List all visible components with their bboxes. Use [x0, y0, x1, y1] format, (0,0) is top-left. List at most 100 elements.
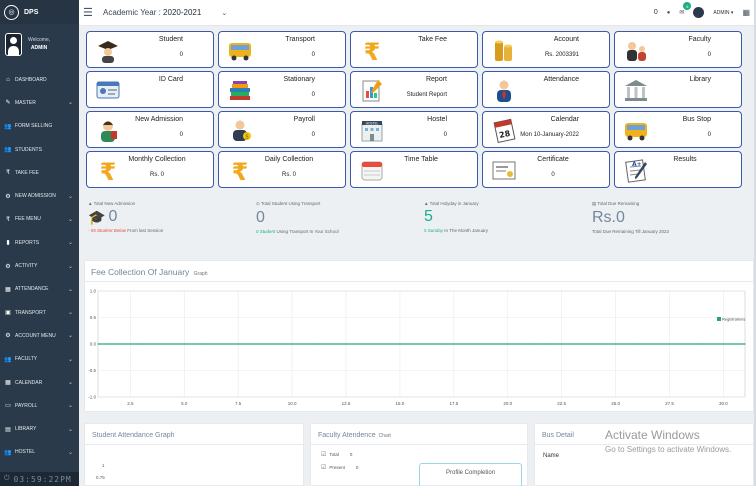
- bus-icon: [227, 38, 253, 63]
- tile-certificate[interactable]: Certificate 0: [482, 151, 610, 188]
- x-tick-label: 20.0: [503, 401, 512, 406]
- sidebar-item-transport[interactable]: ▣ TRANSPORT ⌄: [0, 301, 79, 324]
- tile-attendance[interactable]: Attendance: [482, 71, 610, 108]
- academic-year-value: 2020-2021: [163, 8, 202, 17]
- sidebar-item-new-admission[interactable]: ⚙ NEW ADMISSION ⌄: [0, 184, 79, 207]
- stat-footer-highlight: 0 Student: [256, 229, 276, 234]
- sidebar: ◎ DPS Welcome, ADMIN ⌂ DASHBOARD ✎ Master ⌄ 👥…: [0, 0, 79, 486]
- stat-card: ▲ Total Holyday in January 5 5 Sunday In T…: [422, 201, 590, 253]
- sidebar-item-label: ACCOUNT MENU: [15, 332, 56, 339]
- user-menu[interactable]: ADMIN ▾: [713, 10, 733, 16]
- data-point: [679, 343, 681, 345]
- sidebar-item-hostel[interactable]: 👥 HOSTEL ⌄: [0, 441, 79, 464]
- sidebar-item-account-menu[interactable]: ⚙ ACCOUNT MENU ⌄: [0, 324, 79, 347]
- tile-new-admission[interactable]: New Admission 0: [86, 111, 214, 148]
- tile-label: Report: [425, 76, 447, 83]
- sidebar-item-attendance[interactable]: ▦ ATTENDANCE ⌄: [0, 278, 79, 301]
- sidebar-item-label: FEE MENU: [15, 216, 41, 223]
- power-icon: ⏻: [4, 475, 10, 482]
- x-tick-label: 25.0: [611, 401, 620, 406]
- tile-payroll[interactable]: $ Payroll 0: [218, 111, 346, 148]
- sidebar-item-reports[interactable]: ▮ REPORTS ⌄: [0, 231, 79, 254]
- sidebar-item-calendar[interactable]: ▦ CALENDAR ⌄: [0, 371, 79, 394]
- tile-faculty[interactable]: Faculty 0: [614, 31, 742, 68]
- tile-hostel[interactable]: HOSTEL Hostel 0: [350, 111, 478, 148]
- users-icon: 👥: [4, 147, 12, 154]
- tile-label: Payroll: [293, 116, 315, 123]
- profile-completion-box[interactable]: Profile Completion: [419, 463, 522, 486]
- sidebar-item-students[interactable]: 👥 STUDENTS: [0, 138, 79, 161]
- tile-take-fee[interactable]: ₹ Take Fee: [350, 31, 478, 68]
- academic-year[interactable]: Academic Year : 2020-2021: [103, 8, 201, 17]
- sidebar-item-fee-menu[interactable]: ₹ FEE MENU ⌄: [0, 208, 79, 231]
- user-avatar[interactable]: [693, 7, 705, 18]
- tile-results[interactable]: A+ Results: [614, 151, 742, 188]
- attendance-title: Student Attendance Graph: [85, 424, 303, 445]
- tile-stationary[interactable]: Stationary 0: [218, 71, 346, 108]
- chevron-down-icon: ⌄: [67, 240, 73, 247]
- tile-calendar[interactable]: 28 Calendar Mon 10-January-2022: [482, 111, 610, 148]
- data-point: [226, 343, 228, 345]
- x-tick-label: 17.5: [449, 401, 458, 406]
- sidebar-nav: ⌂ DASHBOARD ✎ Master ⌄ 👥 FORM SELLING 👥 STUDENTS…: [0, 68, 79, 464]
- data-point: [701, 343, 703, 345]
- rupee-icon: ₹: [95, 158, 121, 183]
- stat-value-row: 5: [424, 208, 588, 226]
- data-point: [507, 343, 509, 345]
- fee-chart: 1.0 0.5 0.0 -0.5 -1.0 2.5 5.0 7.5 10.0 12.5 15.0 17…: [88, 289, 746, 406]
- avatar[interactable]: [5, 32, 22, 56]
- sidebar-item-activity[interactable]: ⚙ ACTIVITY ⌄: [0, 254, 79, 277]
- tile-daily-collection[interactable]: ₹ Daily Collection Rs. 0: [218, 151, 346, 188]
- tile-value: 0: [551, 172, 555, 178]
- chat-icon[interactable]: ●: [667, 10, 671, 16]
- stat-title-text: Total Holyday in January: [429, 201, 479, 206]
- tile-transport[interactable]: Transport 0: [218, 31, 346, 68]
- tile-library[interactable]: Library: [614, 71, 742, 108]
- notification-count[interactable]: 0: [654, 9, 658, 16]
- stats-row: ▲ Total New Admission 🎓 0- 55 Student Belo…: [86, 201, 751, 253]
- sidebar-item-dashboard[interactable]: ⌂ DASHBOARD: [0, 68, 79, 91]
- mail-icon[interactable]: ✉ 6: [679, 2, 692, 16]
- stat-footer-highlight: 5 Sunday: [424, 228, 444, 233]
- tile-value: 0: [179, 52, 183, 58]
- grid-icon[interactable]: ▦: [742, 8, 750, 17]
- y-tick-label: -0.5: [88, 368, 96, 373]
- sidebar-item-take-fee[interactable]: ₹ TAKE FEE: [0, 161, 79, 184]
- tile-time-table[interactable]: Time Table: [350, 151, 478, 188]
- results-icon: A+: [623, 158, 649, 183]
- tile-report[interactable]: Report Student Report: [350, 71, 478, 108]
- menu-toggle-icon[interactable]: ☰: [83, 6, 93, 19]
- data-point: [377, 343, 379, 345]
- tile-student[interactable]: Student 0: [86, 31, 214, 68]
- svg-text:HOSTEL: HOSTEL: [366, 121, 379, 125]
- tile-bus-stop[interactable]: Bus Stop 0: [614, 111, 742, 148]
- sidebar-item-library[interactable]: ▤ LIBRARY ⌄: [0, 417, 79, 440]
- rupee-icon: ₹: [359, 38, 385, 63]
- stat-footer: 5 Sunday In The Month January: [424, 228, 588, 233]
- data-point: [97, 343, 99, 345]
- brand[interactable]: ◎ DPS: [0, 0, 79, 24]
- data-point: [593, 343, 595, 345]
- sidebar-item-form-selling[interactable]: 👥 FORM SELLING: [0, 115, 79, 138]
- data-point: [399, 343, 401, 345]
- x-tick-label: 7.5: [235, 401, 242, 406]
- tile-value: 0: [707, 132, 711, 138]
- chevron-down-icon[interactable]: ⌄: [221, 9, 227, 17]
- faculty-row: ☑ Total 0: [321, 451, 517, 458]
- sidebar-item-payroll[interactable]: ▭ PAYROLL ⌄: [0, 394, 79, 417]
- sidebar-item-faculty[interactable]: 👥 FACULTY ⌄: [0, 348, 79, 371]
- faculty-row-value: 0: [355, 465, 359, 470]
- stat-footer-highlight: - 55 Student Below: [88, 228, 127, 233]
- tile-label: Monthly Collection: [128, 156, 186, 163]
- data-point: [334, 343, 336, 345]
- tile-account[interactable]: Account Rs. 2003391: [482, 31, 610, 68]
- tile-id-card[interactable]: ID Card: [86, 71, 214, 108]
- stat-title-text: Total Student Using Transport: [260, 201, 321, 206]
- gear-icon: ⚙: [5, 333, 11, 340]
- stat-card: ▤ Total Due Remaining Rs.0 Total Due Remai…: [590, 201, 751, 253]
- sidebar-item-label: CALENDAR: [15, 379, 43, 386]
- sidebar-item-master[interactable]: ✎ Master ⌄: [0, 91, 79, 114]
- clock: ⏻ 03:59:22PM: [0, 472, 79, 486]
- data-point: [140, 343, 142, 345]
- tile-monthly-collection[interactable]: ₹ Monthly Collection Rs. 0: [86, 151, 214, 188]
